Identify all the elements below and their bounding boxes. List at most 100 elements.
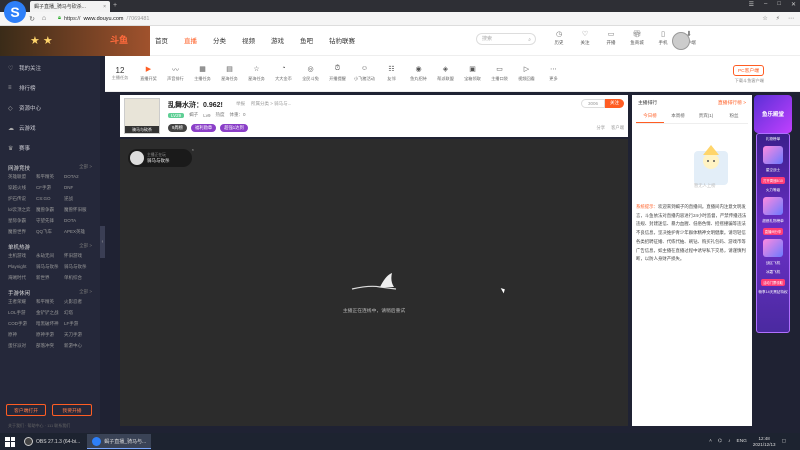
browser-tab[interactable]: 蝎子直播_骑马与砍杀... ×	[30, 1, 110, 12]
tab-week[interactable]: 本周榜	[664, 110, 692, 123]
tab-fans[interactable]: 粉丝	[720, 110, 748, 123]
sidebar-game-link[interactable]: Playnight	[8, 264, 36, 270]
tray-arrow-icon[interactable]: ˄	[709, 439, 712, 444]
sidebar-game-link[interactable]: 原神手游	[36, 332, 64, 338]
sidebar-game-link[interactable]: 魔兽怀旧服	[64, 207, 92, 213]
sidebar-game-link[interactable]: 蛋仔派对	[8, 343, 36, 349]
sidebar-game-link[interactable]: 新世界	[36, 275, 64, 281]
window-menu-icon[interactable]: ☰	[749, 1, 754, 8]
category-item[interactable]: ☷ 友邻	[378, 56, 405, 91]
mobile-button[interactable]: ▯ 手机	[654, 30, 672, 46]
client-button[interactable]: 客户端	[611, 125, 624, 131]
close-icon[interactable]: ×	[192, 147, 194, 152]
tab-close-icon[interactable]: ×	[103, 4, 106, 10]
sidebar-game-link[interactable]: 炉石传说	[8, 196, 36, 202]
sidebar-item-rank[interactable]: ≡ 排行榜	[0, 78, 100, 98]
sidebar-game-link[interactable]: 火影忍者	[64, 299, 92, 305]
sidebar-game-link[interactable]: 守望先锋	[36, 218, 64, 224]
category-item[interactable]: ◈ 帮派联盟	[432, 56, 459, 91]
sidebar-game-link[interactable]: 幻塔	[64, 310, 92, 316]
week-rank-pill[interactable]: 9周榜	[168, 124, 187, 132]
sidebar-game-link[interactable]: lol云顶之弈	[8, 207, 36, 213]
sidebar-game-link[interactable]: 魔兽世界	[8, 229, 36, 235]
achievement-pill[interactable]: 超强1达到	[220, 124, 248, 132]
promo-pill[interactable]: 活动门票领取	[761, 279, 785, 286]
sidebar-item-cloud[interactable]: ☁ 云游戏	[0, 118, 100, 138]
task-counter[interactable]: 12 主播任务	[105, 56, 135, 91]
minimize-icon[interactable]: –	[764, 1, 767, 8]
search-icon[interactable]: ⌕	[528, 35, 531, 45]
category-item[interactable]: ▤ 星海任务	[216, 56, 243, 91]
sidebar-game-link[interactable]: 金铲铲之战	[36, 310, 64, 316]
category-item[interactable]: ▦ 主播任务	[189, 56, 216, 91]
shop-button[interactable]: 🎁︎ 鱼商城	[628, 30, 646, 46]
sidebar-game-link[interactable]: 魔兽争霸	[36, 207, 64, 213]
category-item[interactable]: 〰声音排行	[162, 56, 189, 91]
follow-button[interactable]: 关注	[605, 99, 624, 108]
category-link[interactable]: 所属分类 > 骑马与...	[251, 101, 291, 107]
sidebar-game-link[interactable]: 暗黑破坏神	[36, 321, 64, 327]
sidebar-game-link[interactable]: QQ飞车	[36, 229, 64, 235]
close-window-icon[interactable]: ✕	[791, 1, 796, 8]
language-indicator[interactable]: ENG	[737, 439, 747, 444]
search-input[interactable]: 搜索 ⌕	[476, 33, 536, 45]
category-item[interactable]: ▭ 主播口袋	[486, 56, 513, 91]
user-avatar[interactable]	[672, 32, 690, 50]
url-field[interactable]: 🔒︎ https://www.douyu.com/7069481	[58, 15, 149, 22]
category-item[interactable]: ▷ 视频回看	[513, 56, 540, 91]
anchor-game-tag[interactable]: 主播正在玩 骑马与砍杀 ×	[128, 147, 194, 167]
sidebar-game-link[interactable]: DOTA2	[64, 174, 92, 180]
nav-yuba[interactable]: 鱼吧	[300, 35, 313, 45]
fan-badge-pill[interactable]: 福利勋章	[190, 124, 217, 132]
video-player[interactable]: 主播正在玩 骑马与砍杀 × 主播正在连线中，请稍后重试	[120, 139, 628, 426]
streamer-name[interactable]: 蝎子	[189, 112, 198, 118]
maximize-icon[interactable]: □	[777, 1, 781, 8]
sidebar-game-link[interactable]: APEX英雄	[64, 229, 92, 235]
new-tab-button[interactable]: +	[113, 2, 117, 9]
sidebar-game-link[interactable]: 原神	[8, 332, 36, 338]
sidebar-item-esports[interactable]: ♛ 赛事	[0, 138, 100, 158]
sidebar-game-link[interactable]: 和平精英	[36, 174, 64, 180]
notification-icon[interactable]: ▢	[781, 439, 786, 444]
browser-logo-icon[interactable]: S	[4, 1, 26, 23]
settings-icon[interactable]: ⋯	[788, 15, 794, 22]
sidebar-game-link[interactable]: 单机综合	[64, 275, 92, 281]
history-button[interactable]: ◷ 历史	[550, 30, 568, 46]
follow-button[interactable]: ♡ 关注	[576, 30, 594, 46]
sidebar-game-link[interactable]: LF手游	[64, 321, 92, 327]
promo-pill[interactable]: 打开周冠8/10	[761, 177, 785, 184]
sidebar-game-link[interactable]: 骑马与砍杀	[64, 264, 92, 270]
sidebar-game-link[interactable]: 英雄联盟	[8, 174, 36, 180]
open-live-button[interactable]: ▭ 开播	[602, 30, 620, 46]
sidebar-game-link[interactable]: DNF	[64, 185, 92, 191]
category-item[interactable]: ⏰︎ 开播提醒	[324, 56, 351, 91]
sidebar-game-link[interactable]: 逆战	[64, 196, 92, 202]
sidebar-item-resources[interactable]: ◇ 资源中心	[0, 98, 100, 118]
sidebar-game-link[interactable]: 永劫无间	[36, 253, 64, 259]
nav-video[interactable]: 视频	[242, 35, 255, 45]
section-more-link[interactable]: 全部 >	[79, 289, 92, 297]
category-item[interactable]: ◔ 大大金币	[270, 56, 297, 91]
promo-pill[interactable]: 直播间分享	[762, 228, 784, 235]
sidebar-game-link[interactable]: 主机游戏	[8, 253, 36, 259]
sidebar-game-link[interactable]: 怀旧游戏	[64, 253, 92, 259]
network-icon[interactable]: ⌬	[718, 439, 722, 444]
sidebar-game-link[interactable]: 星际争霸	[8, 218, 36, 224]
sidebar-game-link[interactable]: CF手游	[36, 185, 64, 191]
sidebar-game-link[interactable]: 部落冲突	[36, 343, 64, 349]
bookmark-icon[interactable]: ☆	[762, 15, 767, 22]
sidebar-game-link[interactable]: DOTA	[64, 218, 92, 224]
report-link[interactable]: 举报	[236, 101, 245, 107]
clock[interactable]: 12:48 2021/12/13	[753, 436, 776, 447]
category-item[interactable]: ☆ 星海任务	[243, 56, 270, 91]
client-open-button[interactable]: 客户端打开	[6, 404, 46, 416]
pc-client-button[interactable]: PC客户端	[732, 65, 764, 76]
sidebar-game-link[interactable]: 天刀手游	[64, 332, 92, 338]
taskbar-item-obs[interactable]: OBS 27.1.3 (64-bi...	[19, 434, 85, 449]
nav-home[interactable]: 首页	[155, 35, 168, 45]
nav-live[interactable]: 直播	[184, 35, 197, 45]
sidebar-game-link[interactable]: 新游中心	[64, 343, 92, 349]
share-button[interactable]: 分享	[597, 125, 606, 131]
brand-banner[interactable]: ★ ★ 斗鱼	[0, 26, 150, 56]
volume-icon[interactable]: ♪	[728, 439, 730, 444]
